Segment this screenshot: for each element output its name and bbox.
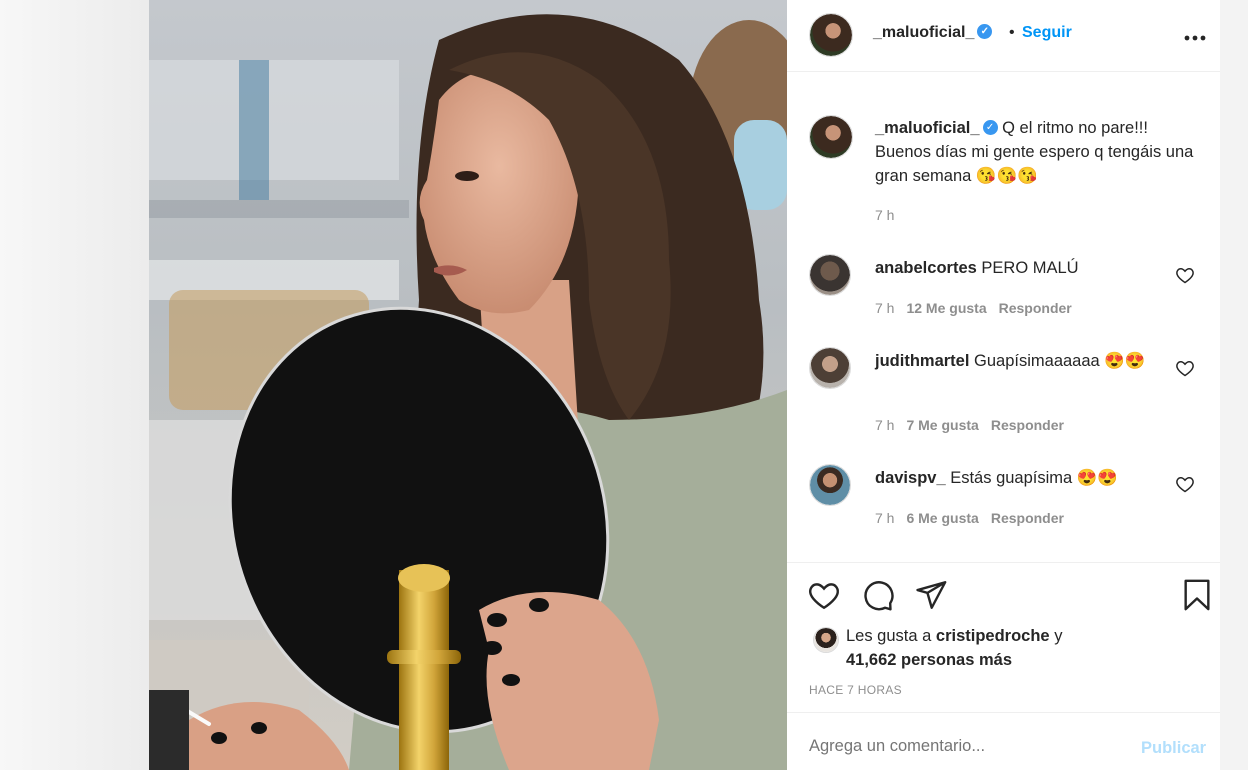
more-icon[interactable] [1184, 22, 1206, 48]
right-backdrop [1220, 0, 1248, 770]
follow-button[interactable]: Seguir [1022, 24, 1072, 42]
comment-icon[interactable] [861, 578, 895, 612]
comment-meta: 7 h 6 Me gusta Responder [875, 510, 1076, 526]
comment-reply-button[interactable]: Responder [999, 300, 1072, 316]
author-username-text[interactable]: _maluoficial_ [873, 24, 974, 41]
comment-like-heart-icon[interactable] [1175, 358, 1195, 378]
comment-username[interactable]: anabelcortes [875, 259, 977, 277]
header-separator: • [1009, 24, 1015, 41]
comment-avatar[interactable] [809, 464, 851, 506]
comment-like-heart-icon[interactable] [1175, 474, 1195, 494]
comment-time[interactable]: 7 h [875, 300, 894, 316]
verified-badge-icon: ✓ [977, 24, 993, 40]
caption-username[interactable]: _maluoficial_ [875, 119, 980, 137]
comment-like-heart-icon[interactable] [1175, 265, 1195, 285]
comment-body: Estás guapísima 😍😍 [950, 469, 1118, 487]
posted-ago[interactable]: HACE 7 HORAS [809, 683, 902, 697]
comment-body: Guapísimaaaaaa 😍😍 [974, 352, 1146, 370]
post-header: _maluoficial_ ✓ • Seguir [787, 0, 1220, 72]
publish-button[interactable]: Publicar [1141, 739, 1206, 758]
left-backdrop [0, 0, 149, 770]
comment-item: davispv_ Estás guapísima 😍😍 [875, 466, 1160, 490]
post-actions: Les gusta a cristipedroche y 41,662 pers… [787, 562, 1220, 712]
caption-avatar[interactable] [809, 115, 853, 159]
comment-time[interactable]: 7 h [875, 510, 894, 526]
likes-suffix: y [1054, 627, 1063, 645]
likes-summary: Les gusta a cristipedroche y [846, 624, 1062, 648]
liker-avatar[interactable] [813, 627, 839, 653]
author-avatar[interactable] [809, 13, 853, 57]
caption-meta: 7 h [875, 207, 906, 223]
comment-reply-button[interactable]: Responder [991, 417, 1064, 433]
comment-username[interactable]: judithmartel [875, 352, 969, 370]
comment-body: PERO MALÚ [981, 259, 1079, 277]
comment-meta: 7 h 7 Me gusta Responder [875, 417, 1076, 433]
comment-avatar[interactable] [809, 254, 851, 296]
verified-badge-icon: ✓ [982, 120, 998, 136]
caption-time[interactable]: 7 h [875, 207, 894, 223]
post-details-panel: _maluoficial_ ✓ • Seguir _maluoficial_ ✓ Q… [787, 0, 1220, 770]
comment-input[interactable] [809, 737, 1129, 756]
comment-username[interactable]: davispv_ [875, 469, 946, 487]
share-icon[interactable] [914, 578, 948, 612]
comment-meta: 7 h 12 Me gusta Responder [875, 300, 1084, 316]
comment-likes[interactable]: 6 Me gusta [906, 510, 978, 526]
comment-box: Publicar [787, 712, 1220, 770]
comment-avatar[interactable] [809, 347, 851, 389]
comment-reply-button[interactable]: Responder [991, 510, 1064, 526]
likes-prefix: Les gusta a [846, 627, 932, 645]
post-photo-illustration [149, 0, 787, 770]
comment-item: anabelcortes PERO MALÚ [875, 256, 1160, 280]
comment-likes[interactable]: 7 Me gusta [906, 417, 978, 433]
post-caption: _maluoficial_ ✓ Q el ritmo no pare!!! Bue… [875, 116, 1205, 188]
heart-icon[interactable] [807, 578, 841, 612]
comment-likes[interactable]: 12 Me gusta [906, 300, 986, 316]
likes-count-text[interactable]: 41,662 personas más [846, 651, 1012, 669]
post-photo[interactable] [149, 0, 787, 770]
bookmark-icon[interactable] [1180, 578, 1214, 612]
likes-user[interactable]: cristipedroche [936, 627, 1050, 645]
comment-time[interactable]: 7 h [875, 417, 894, 433]
author-username[interactable]: _maluoficial_ ✓ [873, 24, 993, 42]
likes-count[interactable]: 41,662 personas más [846, 648, 1012, 672]
comment-item: judithmartel Guapísimaaaaaa 😍😍 [875, 349, 1160, 373]
